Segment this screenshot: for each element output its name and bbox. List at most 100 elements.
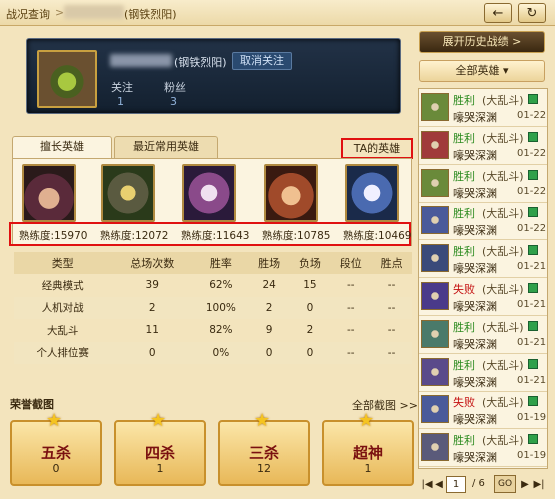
match-map: 嚎哭深渊 [453,300,497,313]
match-champion-icon [421,357,449,386]
champion-portrait-3[interactable] [182,164,236,222]
table-cell: -- [330,341,372,364]
mastery-2: 熟练度:12072 [100,230,169,242]
match-date: 01-22 [517,110,547,121]
table-cell: -- [387,324,396,337]
breadcrumb-root[interactable]: 战况查询 [6,6,50,22]
table-cell: 人机对战 [14,296,112,319]
fans-count[interactable]: 3 [170,95,177,108]
match-result: 胜利 [453,245,475,259]
prev-page-button[interactable]: ◀ [432,477,446,493]
badge-count: 0 [52,462,60,475]
table-row: 大乱斗 11 82% 9 2 -- -- [14,319,412,342]
table-cell: 个人排位赛 [14,341,112,364]
badge-name: 四杀 [144,444,175,462]
badge-name: 超神 [352,444,383,462]
champion-portrait-4[interactable] [264,164,318,222]
star-icon: ★ [150,410,167,431]
star-icon: ★ [254,410,271,431]
col-winrate: 胜率 [193,252,249,274]
tab-good-heroes[interactable]: 擅长英雄 [12,136,112,158]
match-map: 嚎哭深渊 [453,111,497,124]
expand-history-button[interactable]: 展开历史战绩 > [419,31,545,53]
table-cell: 2 [111,296,194,319]
table-cell: 大乱斗 [46,324,79,337]
match-date: 01-22 [517,147,547,159]
check-icon [528,434,538,445]
match-champion-icon [421,282,449,310]
match-mode: (大乱斗) [482,94,524,107]
check-icon [528,358,538,369]
table-cell: -- [346,324,355,337]
page-total: / 6 [472,478,485,489]
col-losses: 负场 [289,252,331,274]
match-champion-icon [421,130,449,159]
match-date: 01-21 [517,374,547,386]
match-champion-icon [421,319,449,348]
check-icon [528,396,538,407]
col-total: 总场次数 [111,252,194,274]
go-button[interactable]: GO [494,475,516,493]
follow-count[interactable]: 1 [117,95,124,108]
champion-portrait-1[interactable] [22,164,76,222]
table-cell: 0 [111,341,194,364]
match-date: 01-19 [517,450,547,462]
star-icon: ★ [46,410,63,431]
match-result: 胜利 [453,131,475,145]
badge-name: 三杀 [248,444,279,462]
refresh-button[interactable]: ↻ [518,3,546,23]
match-map: 嚎哭深渊 [453,186,497,200]
match-result: 胜利 [453,358,475,372]
tab-recent-heroes[interactable]: 最近常用英雄 [114,136,218,158]
table-cell: 100% [193,296,249,319]
match-result: 胜利 [453,207,475,221]
col-wins: 胜场 [248,252,290,274]
table-cell: -- [371,296,412,319]
match-map: 嚎哭深渊 [453,262,497,276]
check-icon [528,245,538,256]
champion-portrait-5[interactable] [345,164,399,222]
col-type: 类型 [14,252,112,274]
table-row: 个人排位赛 0 0% 0 0 -- -- [14,341,412,364]
breadcrumb-player-name-blurred [64,5,124,19]
table-cell: -- [371,341,412,364]
check-icon [528,207,538,218]
match-result: 胜利 [453,434,475,448]
match-mode: (大乱斗) [482,283,524,296]
table-cell: 2 [248,296,290,319]
hero-filter-select[interactable]: 全部英雄 ▾ [419,60,545,82]
mastery-3: 熟练度:11643 [181,230,250,242]
refresh-icon: ↻ [526,5,538,21]
badge-count: 1 [156,462,164,475]
table-cell: 82% [209,324,233,337]
check-icon [528,283,538,293]
match-champion-icon [421,395,449,424]
match-mode: (大乱斗) [482,358,524,372]
match-champion-icon [421,93,449,121]
table-cell: 9 [265,324,273,337]
unfollow-button[interactable]: 取消关注 [232,52,292,70]
champion-portrait-2[interactable] [101,164,155,222]
match-map: 嚎哭深渊 [453,148,497,162]
match-date: 01-22 [517,223,547,235]
match-champion-icon [421,244,449,273]
last-page-button[interactable]: ▶| [532,477,546,493]
match-mode: (大乱斗) [482,131,524,145]
check-icon [528,94,538,104]
col-tier: 段位 [330,252,372,274]
page-input[interactable]: 1 [446,476,466,493]
match-map: 嚎哭深渊 [453,224,497,238]
table-cell: 11 [145,324,159,337]
match-mode: (大乱斗) [482,245,524,259]
match-mode: (大乱斗) [482,434,524,448]
match-mode: (大乱斗) [482,396,524,410]
back-button[interactable]: ← [484,3,512,23]
match-result: 胜利 [453,169,475,183]
match-result: 胜利 [453,320,475,334]
match-date: 01-21 [517,261,547,273]
next-page-button[interactable]: ▶ [518,477,532,493]
match-champion-icon [421,206,449,235]
ta-heroes-link[interactable]: TA的英雄 >> [341,138,413,172]
match-date: 01-19 [517,412,547,424]
breadcrumb-separator: > [55,6,65,19]
